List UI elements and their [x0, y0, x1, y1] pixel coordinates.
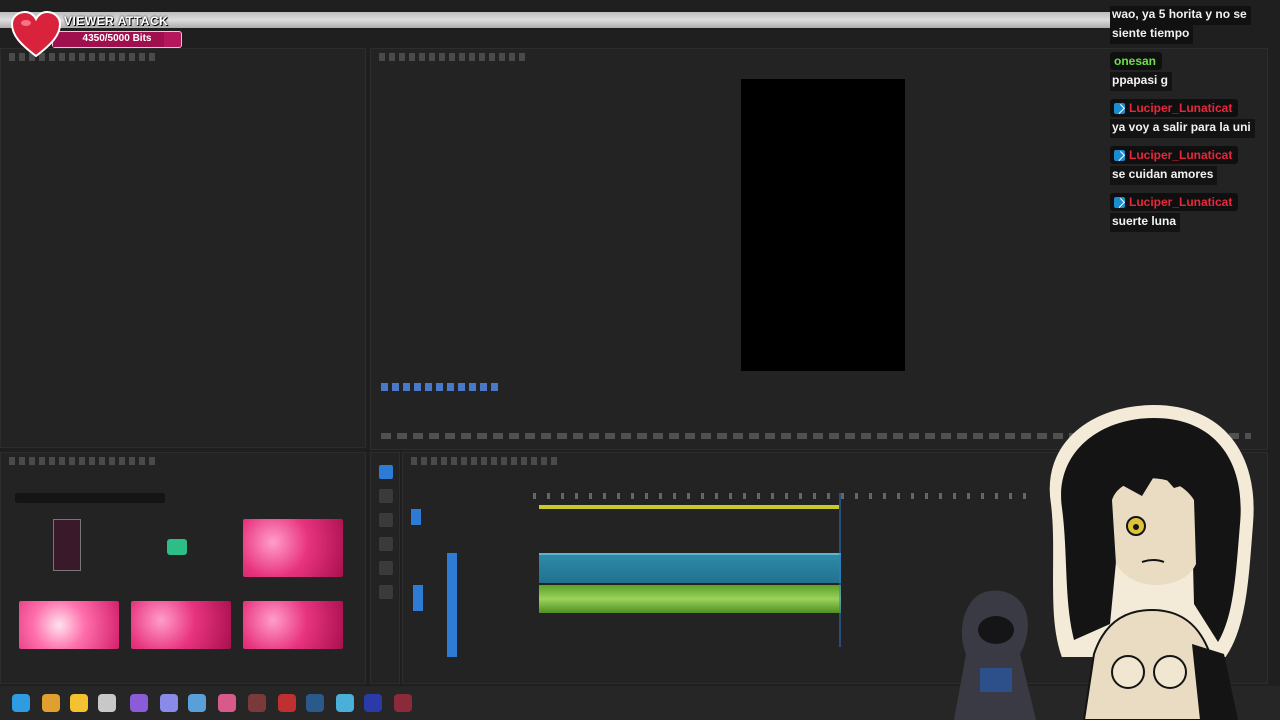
tool-button[interactable]	[379, 489, 393, 503]
media-search-input[interactable]	[15, 493, 165, 503]
tool-button[interactable]	[379, 513, 393, 527]
video-clip[interactable]	[539, 553, 841, 583]
app-icon[interactable]	[12, 694, 30, 712]
media-thumbnail[interactable]	[53, 519, 81, 571]
audio-clip[interactable]	[539, 585, 841, 613]
prime-badge-icon	[1114, 196, 1125, 208]
app-icon[interactable]	[188, 694, 206, 712]
app-icon[interactable]	[394, 694, 412, 712]
playhead[interactable]	[839, 493, 841, 647]
bits-progress-label: 4350/5000 Bits	[82, 33, 152, 44]
media-thumbnail[interactable]	[243, 601, 343, 649]
track-target-toggle[interactable]	[411, 509, 421, 525]
program-timecode	[381, 383, 501, 391]
track-target-toggle[interactable]	[413, 585, 423, 611]
chat-message-text: siente tiempo	[1110, 25, 1194, 44]
program-video-frame	[741, 79, 905, 371]
selection-tool-button[interactable]	[379, 465, 393, 479]
project-panel[interactable]	[0, 48, 366, 448]
chat-message-text: suerte luna	[1110, 213, 1181, 232]
app-icon[interactable]	[70, 694, 88, 712]
app-icon[interactable]	[160, 694, 178, 712]
chat-username: Luciper_Lunaticat	[1110, 146, 1239, 164]
tool-button[interactable]	[379, 537, 393, 551]
app-icon[interactable]	[218, 694, 236, 712]
chat-username: Luciper_Lunaticat	[1110, 193, 1239, 211]
chat-message-text: wao, ya 5 horita y no se	[1110, 6, 1251, 25]
app-icon[interactable]	[98, 694, 116, 712]
timeline-header[interactable]	[411, 457, 561, 465]
app-icon[interactable]	[130, 694, 148, 712]
prime-badge-icon	[1114, 102, 1125, 114]
app-icon[interactable]	[278, 694, 296, 712]
program-monitor-header[interactable]	[379, 53, 529, 61]
app-icon[interactable]	[248, 694, 266, 712]
media-thumbnail[interactable]	[131, 601, 231, 649]
tool-button[interactable]	[379, 561, 393, 575]
streamer-avatar	[1024, 404, 1280, 720]
timeline-work-area[interactable]	[539, 505, 839, 509]
heart-icon	[10, 10, 62, 58]
tools-panel	[370, 452, 400, 684]
app-icon[interactable]	[306, 694, 324, 712]
prime-badge-icon	[1114, 149, 1125, 161]
track-target-toggle[interactable]	[447, 553, 457, 657]
app-icon[interactable]	[364, 694, 382, 712]
viewer-attack-title: VIEWER ATTACK	[64, 14, 169, 28]
tool-button[interactable]	[379, 585, 393, 599]
chat-username: onesan	[1110, 52, 1163, 70]
chat-overlay: wao, ya 5 horita y no se siente tiempo o…	[1108, 0, 1280, 240]
app-icon[interactable]	[42, 694, 60, 712]
timeline-ruler[interactable]	[533, 493, 1033, 499]
chat-username: Luciper_Lunaticat	[1110, 99, 1239, 117]
app-icon[interactable]	[336, 694, 354, 712]
bits-progress-bar: 4350/5000 Bits	[52, 31, 182, 48]
media-bin-header[interactable]	[9, 457, 159, 465]
media-thumbnail[interactable]	[19, 601, 119, 649]
media-thumbnail[interactable]	[243, 519, 343, 577]
chat-message-text: ya voy a salir para la uni	[1110, 119, 1255, 138]
media-thumbnail[interactable]	[167, 539, 187, 555]
media-bin-panel[interactable]	[0, 452, 366, 684]
chat-message-text: ppapasi g	[1110, 72, 1173, 91]
chat-message-text: se cuidan amores	[1110, 166, 1218, 185]
